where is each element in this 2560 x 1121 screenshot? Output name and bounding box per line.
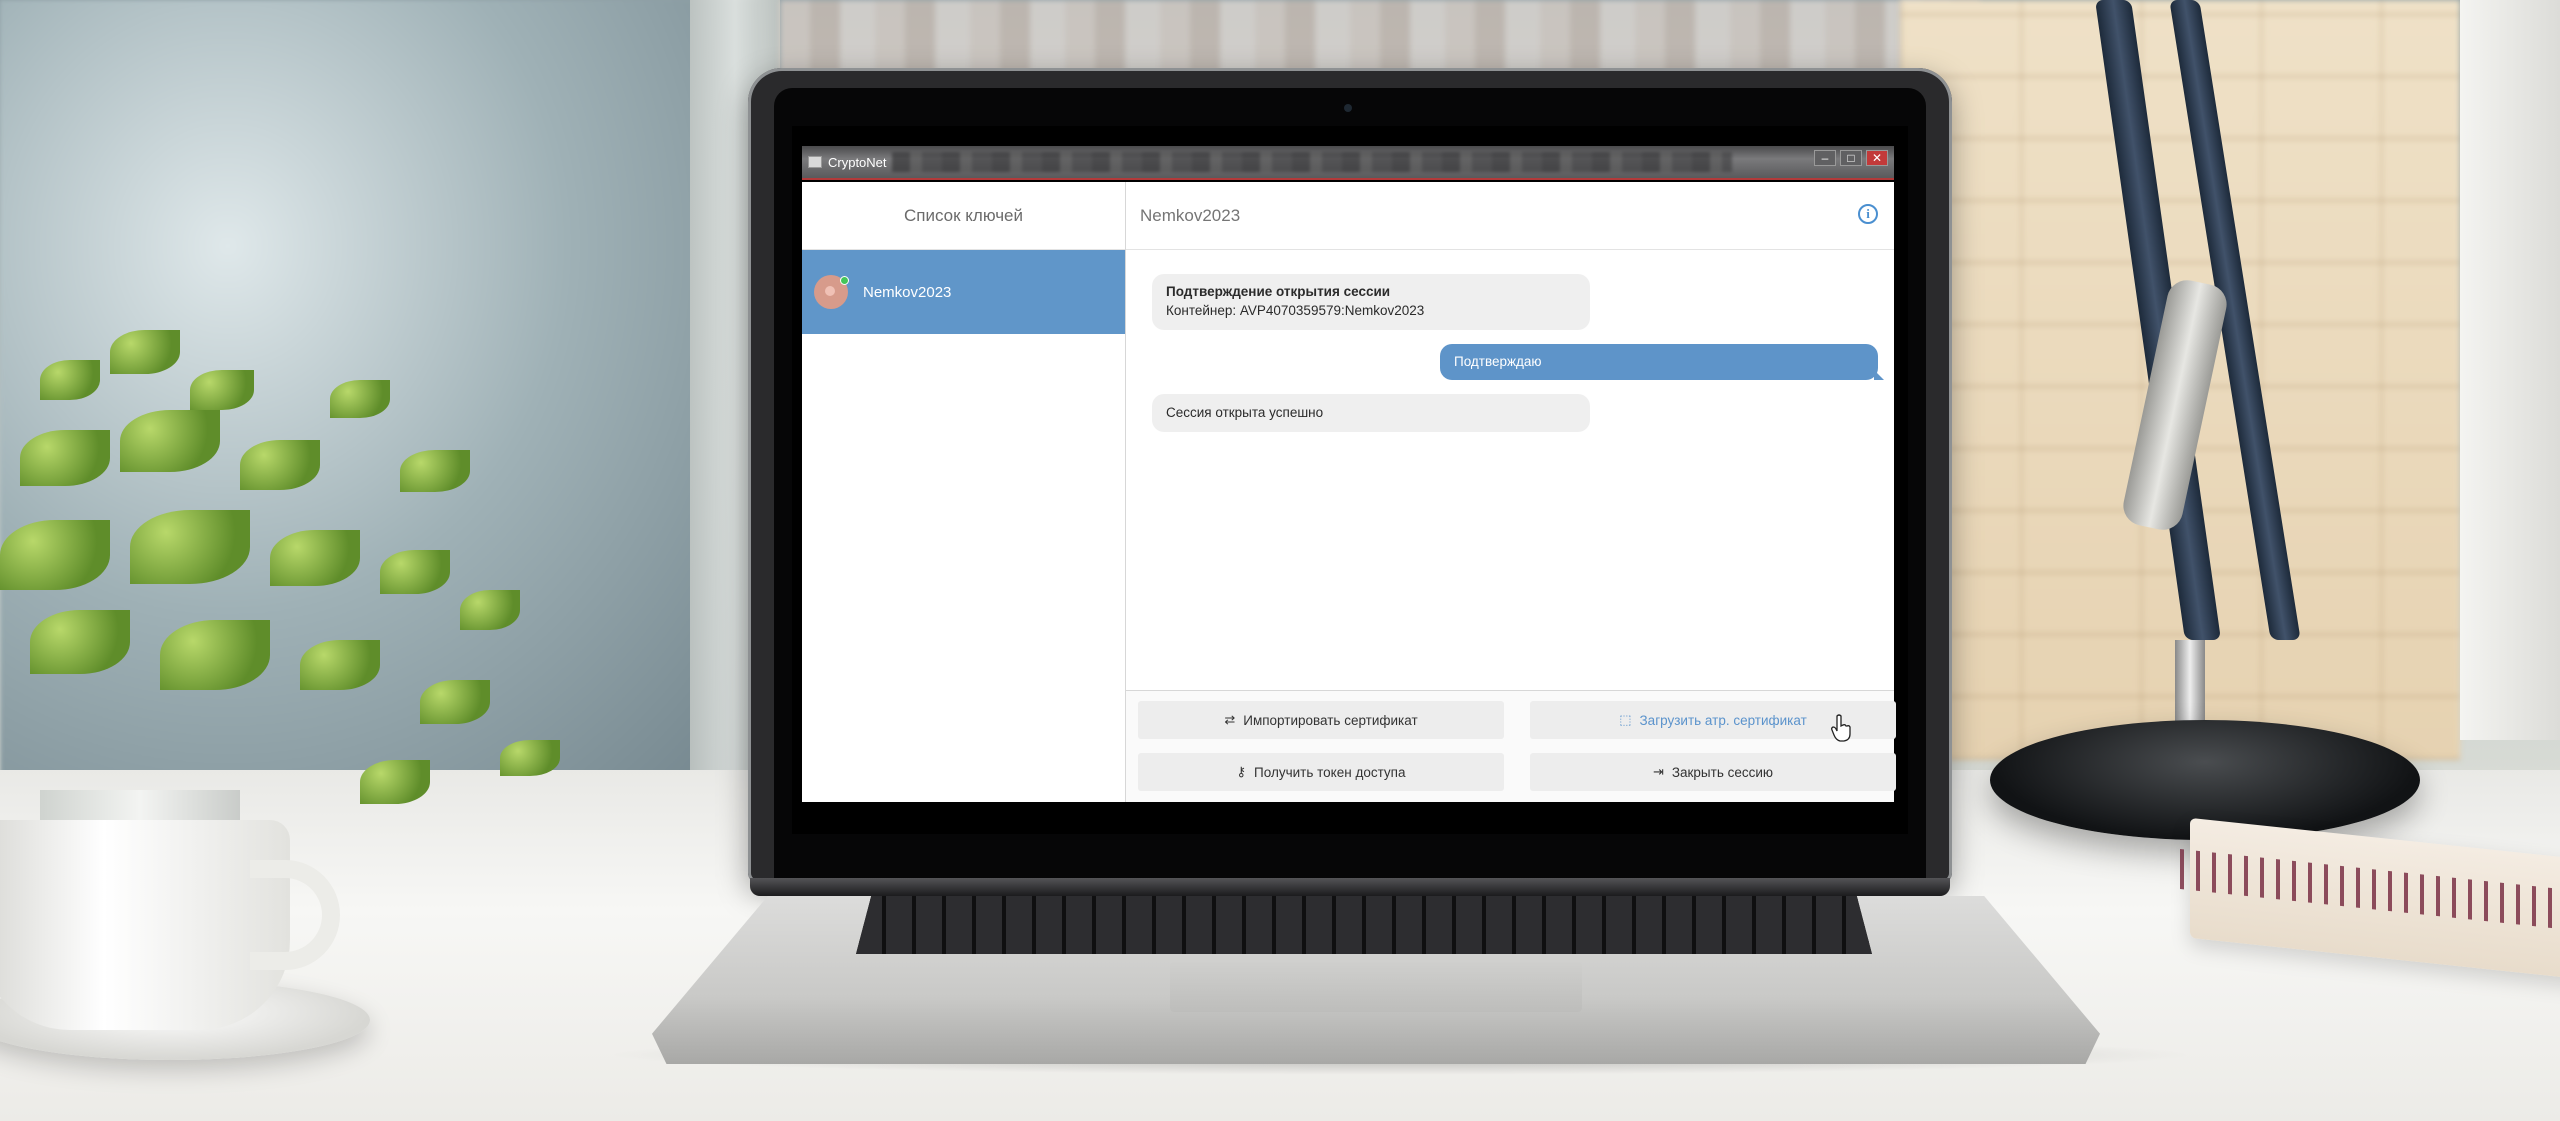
upload-icon: ⬚: [1619, 712, 1632, 727]
coffee-cup: [0, 820, 290, 1030]
button-label: Импортировать сертификат: [1243, 712, 1418, 728]
button-label: Получить токен доступа: [1254, 764, 1406, 780]
right-window-frame: [2460, 0, 2560, 740]
minimize-button[interactable]: –: [1814, 150, 1836, 166]
leaf: [120, 410, 220, 472]
leaf: [30, 610, 130, 674]
leaf: [330, 380, 390, 418]
message-incoming: Подтверждение открытия сессии Контейнер:…: [1152, 274, 1590, 330]
close-button[interactable]: ✕: [1866, 150, 1888, 166]
leaf: [360, 760, 430, 804]
message-incoming: Сессия открыта успешно: [1152, 394, 1590, 432]
leaf: [380, 550, 450, 594]
leaf: [160, 620, 270, 690]
button-label: Закрыть сессию: [1671, 764, 1774, 780]
close-session-icon: ⇥: [1652, 764, 1664, 779]
message-outgoing: Подтверждаю: [1440, 344, 1884, 380]
close-session-button[interactable]: ⇥ Закрыть сессию: [1530, 753, 1896, 791]
app-icon: [808, 156, 822, 168]
message-text: Сессия открыта успешно: [1166, 405, 1324, 420]
window-controls: – □ ✕: [1814, 150, 1888, 166]
leaf: [240, 440, 320, 490]
leaf: [110, 330, 180, 374]
leaf: [420, 680, 490, 724]
online-status-dot: [840, 276, 849, 285]
avatar: [814, 275, 849, 309]
laptop-keyboard: [856, 896, 1872, 954]
leaf: [270, 530, 360, 586]
hand-cursor-icon: [1831, 714, 1851, 742]
window-title: CryptoNet: [828, 154, 887, 170]
leaf: [400, 450, 470, 492]
leaf: [500, 740, 560, 776]
message-text: Подтверждаю: [1454, 354, 1542, 369]
action-bar: ⇄ Импортировать сертификат ⬚ Загрузить а…: [1126, 690, 1896, 802]
screen-bottom-edge: [792, 802, 1908, 834]
import-certificate-button[interactable]: ⇄ Импортировать сертификат: [1138, 701, 1504, 739]
key-list-header: Список ключей: [802, 182, 1125, 250]
camera-icon: [1344, 104, 1352, 112]
chat-panel: Nemkov2023 i Подтверждение открытия сесс…: [1126, 182, 1896, 802]
leaf: [460, 590, 520, 630]
import-icon: ⇄: [1224, 712, 1236, 727]
leaf: [130, 510, 250, 584]
key-list-sidebar: Список ключей Nemkov2023: [802, 182, 1126, 802]
window-titlebar[interactable]: CryptoNet – □ ✕: [802, 146, 1894, 180]
leaf: [20, 430, 110, 486]
leaf: [190, 370, 254, 410]
key-list-item[interactable]: Nemkov2023: [802, 250, 1125, 334]
blurred-titlebar-area: [892, 152, 1732, 172]
plant: [0, 320, 600, 950]
leaf: [300, 640, 380, 690]
button-label: Загрузить атр. сертификат: [1639, 712, 1807, 728]
key-icon: ⚷: [1236, 764, 1247, 779]
laptop-trackpad: [1170, 962, 1582, 1012]
maximize-button[interactable]: □: [1840, 150, 1862, 166]
leaf: [40, 360, 100, 400]
key-name: Nemkov2023: [863, 283, 952, 301]
message-text: Контейнер: AVP4070359579:Nemkov2023: [1166, 303, 1425, 318]
laptop-screen: CryptoNet – □ ✕ Список ключей Nemkov2023…: [792, 126, 1908, 834]
app-window: Список ключей Nemkov2023 Nemkov2023 i По…: [802, 182, 1896, 802]
laptop-hinge: [750, 878, 1950, 896]
leaf: [0, 520, 110, 590]
get-access-token-button[interactable]: ⚷ Получить токен доступа: [1138, 753, 1504, 791]
chat-header: Nemkov2023: [1126, 182, 1894, 250]
message-title: Подтверждение открытия сессии: [1166, 284, 1391, 299]
chat-title: Nemkov2023: [1140, 205, 1241, 225]
info-icon[interactable]: i: [1858, 204, 1878, 224]
